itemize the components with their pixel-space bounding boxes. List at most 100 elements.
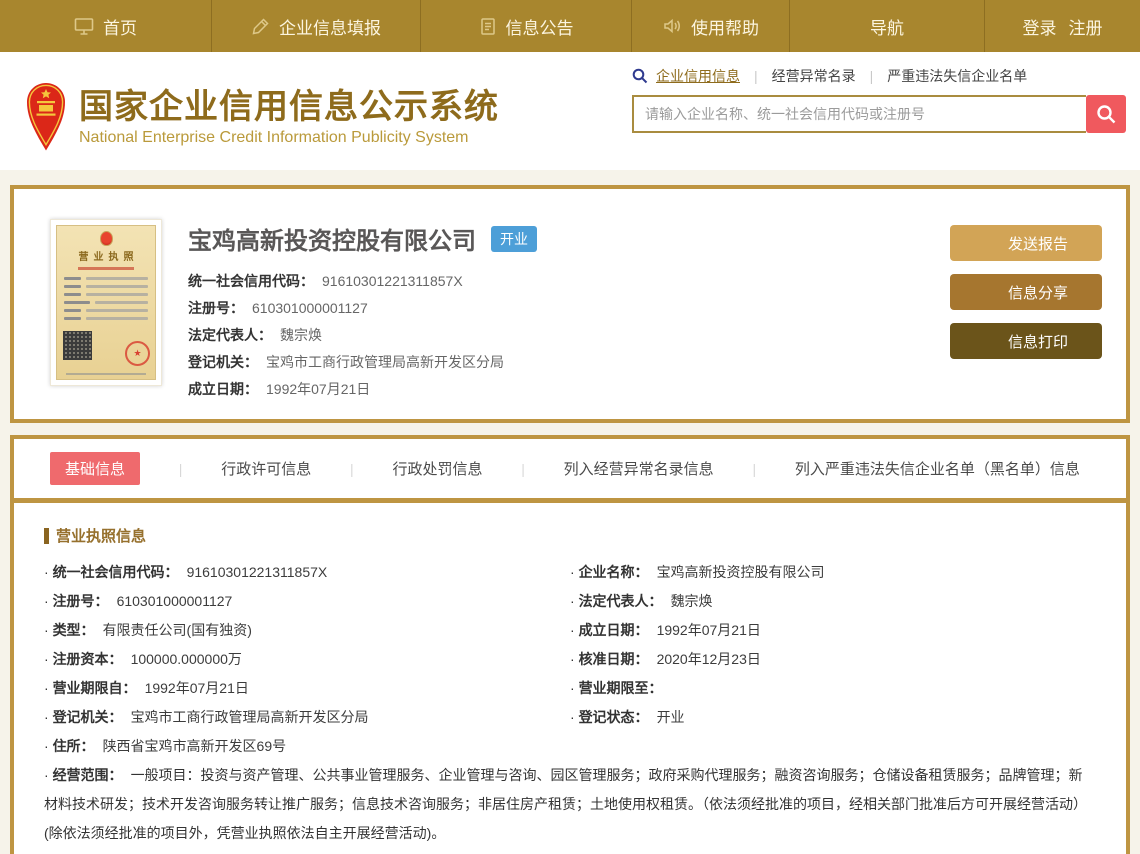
license-detail-grid: 统一社会信用代码： 91610301221311857X 注册号： 61030100… bbox=[44, 558, 1096, 761]
monitor-icon bbox=[74, 17, 94, 36]
detail-row: 登记机关： 宝鸡市工商行政管理局高新开发区分局 bbox=[44, 703, 570, 732]
detail-label: 注册号： bbox=[52, 593, 109, 609]
search-box bbox=[632, 95, 1126, 133]
detail-value: 1992年07月21日 bbox=[656, 622, 761, 638]
register-link[interactable]: 注册 bbox=[1069, 14, 1103, 39]
detail-label: 营业期限至： bbox=[578, 680, 663, 696]
business-license-thumbnail: 营业执照 bbox=[50, 219, 162, 386]
nav-item-label: 企业信息填报 bbox=[279, 18, 381, 38]
detail-label: 登记状态： bbox=[578, 709, 649, 725]
page-background: 营业执照 宝鸡高新投资控股有限公司 开业 bbox=[0, 170, 1140, 854]
search-area: 企业信用信息 | 经营异常名录 | 严重违法失信企业名单 bbox=[632, 64, 1126, 170]
detail-row: 住所： 陕西省宝鸡市高新开发区69号 bbox=[44, 732, 570, 761]
summary-field-row: 成立日期： 1992年07月21日 bbox=[188, 376, 950, 403]
detail-row: 法定代表人： 魏宗焕 bbox=[570, 587, 1096, 616]
business-scope-row: 经营范围：一般项目：投资与资产管理、公共事业管理服务、企业管理与咨询、园区管理服… bbox=[44, 761, 1096, 848]
field-label: 成立日期： bbox=[188, 381, 258, 397]
tab-separator: | bbox=[178, 460, 183, 477]
bulletin-icon bbox=[479, 17, 497, 36]
detail-row: 营业期限至： bbox=[570, 674, 1096, 703]
field-value: 1992年07月21日 bbox=[266, 381, 371, 397]
company-summary-main: 宝鸡高新投资控股有限公司 开业 统一社会信用代码： 916103012213118… bbox=[188, 219, 950, 403]
tab-admin-penalty[interactable]: 行政处罚信息 bbox=[392, 458, 482, 479]
detail-row: 注册号： 610301000001127 bbox=[44, 587, 570, 616]
detail-value: 91610301221311857X bbox=[186, 564, 328, 580]
detail-label: 核准日期： bbox=[578, 651, 649, 667]
field-value: 91610301221311857X bbox=[322, 273, 463, 289]
search-tab-enterprise-credit[interactable]: 企业信用信息 bbox=[656, 66, 740, 86]
detail-row: 登记状态： 开业 bbox=[570, 703, 1096, 732]
summary-action-buttons: 发送报告 信息分享 信息打印 bbox=[950, 219, 1102, 403]
tab-separator: | bbox=[869, 68, 874, 84]
search-tab-abnormal-directory[interactable]: 经营异常名录 bbox=[772, 66, 856, 86]
field-label: 法定代表人： bbox=[188, 327, 272, 343]
detail-value: 610301000001127 bbox=[116, 593, 233, 609]
detail-value: 100000.000000万 bbox=[130, 651, 242, 667]
status-badge: 开业 bbox=[491, 225, 537, 252]
tab-blacklist[interactable]: 列入严重违法失信企业名单（黑名单）信息 bbox=[795, 458, 1080, 479]
tab-abnormal-list[interactable]: 列入经营异常名录信息 bbox=[564, 458, 714, 479]
detail-label: 营业期限自： bbox=[52, 680, 137, 696]
share-info-button[interactable]: 信息分享 bbox=[950, 274, 1102, 310]
field-value: 610301000001127 bbox=[252, 300, 368, 316]
field-label: 登记机关： bbox=[188, 354, 258, 370]
nav-item-home[interactable]: 首页 bbox=[0, 0, 212, 52]
company-name: 宝鸡高新投资控股有限公司 bbox=[188, 228, 476, 255]
brand: 国家企业信用信息公示系统 National Enterprise Credit … bbox=[26, 64, 499, 170]
login-link[interactable]: 登录 bbox=[1023, 14, 1057, 39]
detail-value: 宝鸡高新投资控股有限公司 bbox=[656, 564, 825, 580]
company-detail-card: 基础信息 | 行政许可信息 | 行政处罚信息 | 列入经营异常名录信息 | 列入… bbox=[10, 435, 1130, 854]
summary-field-row: 法定代表人： 魏宗焕 bbox=[188, 322, 950, 349]
field-label: 注册号： bbox=[188, 300, 244, 316]
pen-icon bbox=[251, 17, 270, 36]
nav-item-announcements[interactable]: 信息公告 bbox=[421, 0, 632, 52]
tab-separator: | bbox=[754, 68, 758, 84]
detail-value: 1992年07月21日 bbox=[144, 680, 249, 696]
field-value: 魏宗焕 bbox=[280, 327, 322, 343]
detail-row: 类型： 有限责任公司(国有独资) bbox=[44, 616, 570, 645]
detail-label: 注册资本： bbox=[52, 651, 123, 667]
site-header: 国家企业信用信息公示系统 National Enterprise Credit … bbox=[0, 52, 1140, 170]
tab-basic-info[interactable]: 基础信息 bbox=[50, 452, 141, 485]
summary-field-row: 统一社会信用代码： 91610301221311857X bbox=[188, 268, 950, 295]
detail-label: 登记机关： bbox=[52, 709, 123, 725]
send-report-button[interactable]: 发送报告 bbox=[950, 225, 1102, 261]
detail-label: 法定代表人： bbox=[578, 593, 663, 609]
field-value: 宝鸡市工商行政管理局高新开发区分局 bbox=[266, 354, 504, 370]
nav-item-label: 首页 bbox=[103, 18, 137, 38]
nav-item-label: 导航 bbox=[870, 18, 904, 38]
tab-admin-license[interactable]: 行政许可信息 bbox=[221, 458, 311, 479]
detail-value: 开业 bbox=[656, 709, 685, 725]
nav-item-label: 信息公告 bbox=[505, 18, 574, 38]
detail-value: 有限责任公司(国有独资) bbox=[102, 622, 252, 638]
nav-item-label: 使用帮助 bbox=[691, 18, 759, 38]
detail-row: 企业名称： 宝鸡高新投资控股有限公司 bbox=[570, 558, 1096, 587]
field-label: 统一社会信用代码： bbox=[188, 273, 314, 289]
detail-label: 企业名称： bbox=[578, 564, 649, 580]
company-search-input[interactable] bbox=[632, 95, 1086, 133]
speaker-icon bbox=[662, 17, 682, 35]
detail-value: 一般项目：投资与资产管理、公共事业管理服务、企业管理与咨询、园区管理服务；政府采… bbox=[44, 767, 1087, 841]
summary-field-row: 注册号： 610301000001127 bbox=[188, 295, 950, 322]
detail-row: 营业期限自： 1992年07月21日 bbox=[44, 674, 570, 703]
nav-item-navigation[interactable]: 导航 bbox=[790, 0, 985, 52]
search-tab-illegal-blacklist[interactable]: 严重违法失信企业名单 bbox=[887, 66, 1027, 86]
company-summary-card: 营业执照 宝鸡高新投资控股有限公司 开业 bbox=[10, 185, 1130, 423]
search-button[interactable] bbox=[1086, 95, 1126, 133]
search-category-tabs: 企业信用信息 | 经营异常名录 | 严重违法失信企业名单 bbox=[632, 66, 1126, 86]
nav-item-enterprise-report[interactable]: 企业信息填报 bbox=[212, 0, 421, 52]
site-title: 国家企业信用信息公示系统 bbox=[79, 87, 499, 126]
detail-value: 魏宗焕 bbox=[670, 593, 713, 609]
magnifier-icon-blue bbox=[632, 68, 648, 84]
detail-label: 类型： bbox=[52, 622, 95, 638]
detail-column-left: 统一社会信用代码： 91610301221311857X 注册号： 61030100… bbox=[44, 558, 570, 761]
search-icon bbox=[1095, 103, 1117, 125]
detail-value: 陕西省宝鸡市高新开发区69号 bbox=[102, 738, 287, 754]
detail-label: 住所： bbox=[52, 738, 95, 754]
nav-item-help[interactable]: 使用帮助 bbox=[632, 0, 790, 52]
detail-body: 营业执照信息 统一社会信用代码： 91610301221311857X 注册号： 6… bbox=[14, 503, 1126, 848]
print-info-button[interactable]: 信息打印 bbox=[950, 323, 1102, 359]
detail-label: 统一社会信用代码： bbox=[52, 564, 179, 580]
license-red-seal bbox=[125, 341, 150, 366]
top-navigation: 首页 企业信息填报 信息公告 使用帮助 导航 登录 注册 bbox=[0, 0, 1140, 52]
